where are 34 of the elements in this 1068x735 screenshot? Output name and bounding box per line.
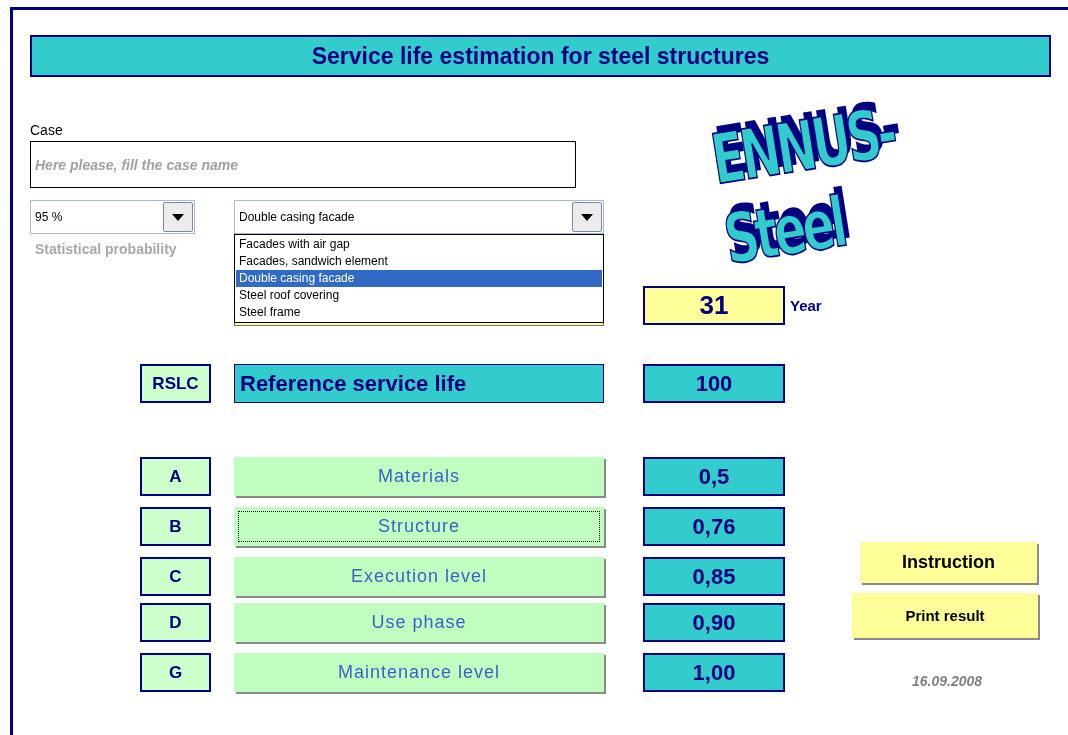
caret-icon <box>581 213 593 221</box>
result-value: 31 <box>643 286 785 325</box>
reference-value: 100 <box>643 364 785 403</box>
factor-value: 0,85 <box>643 557 785 596</box>
factor-button[interactable]: Use phase <box>234 603 604 642</box>
code-label: D <box>140 603 211 642</box>
date-label: 16.09.2008 <box>912 673 983 689</box>
dropdown-option[interactable]: Double casing facade <box>236 270 602 287</box>
code-label: C <box>140 557 211 596</box>
factor-button[interactable]: Materials <box>234 457 604 496</box>
instruction-button[interactable]: Instruction <box>860 542 1037 583</box>
probability-caption: Statistical probability <box>34 241 177 257</box>
factor-value: 0,76 <box>643 507 785 546</box>
probability-dropdown[interactable]: 95 % <box>30 200 195 234</box>
factor-value: 0,5 <box>643 457 785 496</box>
code-label: RSLC <box>140 364 211 403</box>
caret-icon <box>172 213 184 221</box>
print-button[interactable]: Print result <box>852 593 1038 638</box>
case-label: Case <box>30 122 63 138</box>
dropdown-button[interactable] <box>572 202 602 232</box>
factor-button[interactable]: Execution level <box>234 557 604 596</box>
factor-value: 0,90 <box>643 603 785 642</box>
reference-label: Reference service life <box>234 364 604 403</box>
factor-button[interactable]: Structure <box>234 507 604 546</box>
page-title: Service life estimation for steel structures <box>30 35 1051 77</box>
factor-value: 1,00 <box>643 653 785 692</box>
logo: ENNUS-Steel <box>706 90 900 280</box>
code-label: G <box>140 653 211 692</box>
case-field[interactable]: Here please, fill the case name <box>30 141 576 188</box>
unit-label: Year <box>790 297 822 314</box>
factor-button[interactable]: Maintenance level <box>234 653 604 692</box>
dropdown-button[interactable] <box>163 202 193 232</box>
code-label: A <box>140 457 211 496</box>
code-label: B <box>140 507 211 546</box>
